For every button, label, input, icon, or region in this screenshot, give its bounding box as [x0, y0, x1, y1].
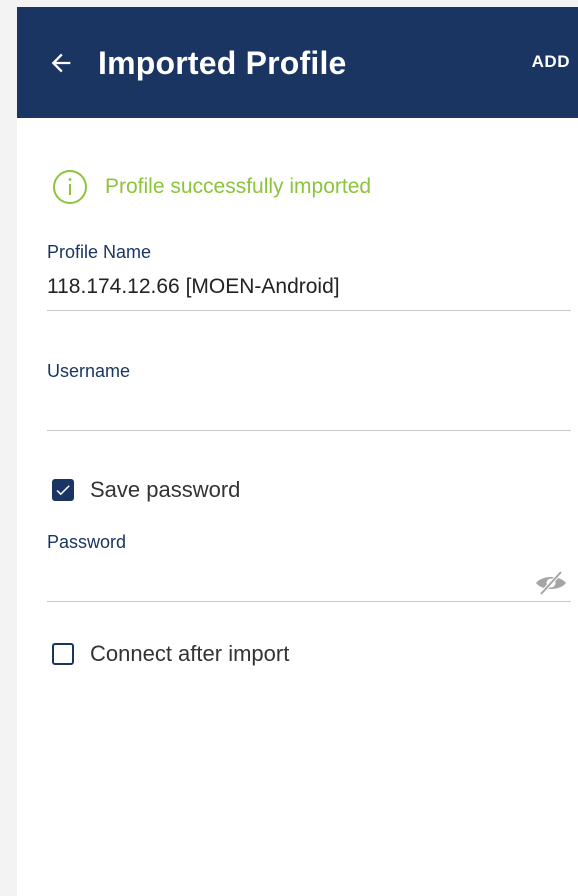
import-status: Profile successfully imported — [52, 169, 371, 205]
connect-after-import-checkbox[interactable] — [52, 643, 74, 665]
eye-off-icon — [536, 570, 566, 596]
profile-name-label: Profile Name — [47, 242, 152, 262]
username-label: Username — [47, 361, 131, 381]
back-button[interactable] — [41, 43, 81, 83]
checkmark-icon — [56, 485, 70, 496]
username-field[interactable]: Username — [47, 359, 571, 431]
profile-name-underline — [47, 310, 571, 311]
connect-after-import-label: Connect after import — [90, 641, 290, 666]
save-password-checkbox[interactable] — [52, 479, 74, 501]
arrow-left-icon — [51, 53, 71, 73]
save-password-label: Save password — [90, 477, 241, 502]
save-password-checkbox-row[interactable]: Save password — [52, 477, 240, 503]
info-circle-icon — [53, 170, 87, 204]
password-label: Password — [47, 532, 127, 552]
add-button[interactable]: ADD — [532, 49, 570, 75]
profile-name-input[interactable]: 118.174.12.66 [MOEN-Android] — [47, 272, 571, 302]
password-input[interactable] — [47, 562, 571, 592]
profile-name-field[interactable]: Profile Name 118.174.12.66 [MOEN-Android… — [47, 240, 571, 311]
status-message: Profile successfully imported — [105, 175, 372, 198]
app-bar: Imported Profile ADD — [17, 7, 578, 118]
username-underline — [47, 430, 571, 431]
password-field[interactable]: Password — [47, 530, 571, 602]
page-title: Imported Profile — [98, 45, 347, 81]
screen: Imported Profile ADD Profile successfull… — [17, 7, 578, 896]
connect-after-import-checkbox-row[interactable]: Connect after import — [52, 641, 289, 667]
toggle-password-visibility-button[interactable] — [531, 568, 571, 598]
username-input[interactable] — [47, 391, 571, 421]
password-underline — [47, 601, 571, 602]
